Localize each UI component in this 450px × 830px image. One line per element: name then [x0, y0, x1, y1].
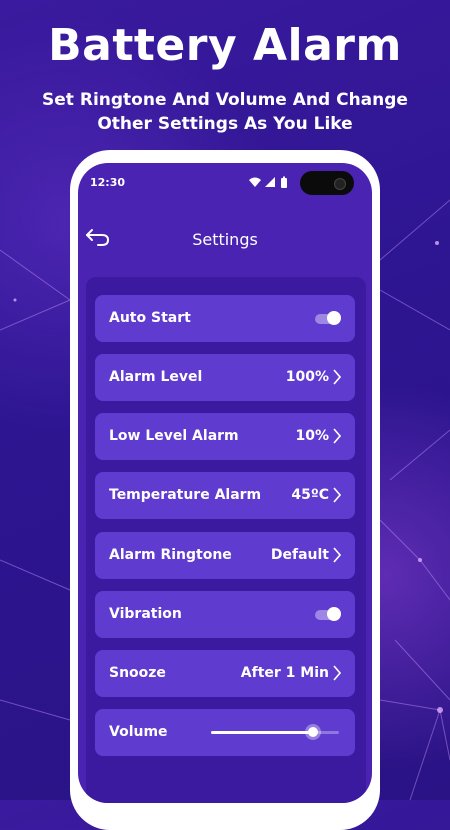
- status-time: 12:30: [90, 176, 126, 189]
- hero-title: Battery Alarm: [48, 20, 402, 71]
- setting-alarm-level[interactable]: Alarm Level 100%: [95, 354, 355, 401]
- hero-subtitle: Set Ringtone And Volume And Change Other…: [20, 88, 430, 136]
- setting-snooze[interactable]: Snooze After 1 Min: [95, 650, 355, 697]
- page-title: Settings: [192, 230, 258, 249]
- toggle-knob: [327, 311, 341, 325]
- phone-screen: 12:30 Settings Auto Start Alarm Level 10…: [78, 163, 372, 803]
- setting-label: Auto Start: [109, 310, 191, 326]
- status-bar: 12:30: [78, 163, 372, 203]
- chevron-right-icon: [333, 547, 341, 563]
- vibration-toggle[interactable]: [315, 607, 341, 622]
- setting-value: 45ºC: [291, 487, 329, 503]
- setting-value: Default: [270, 547, 329, 563]
- setting-label: Alarm Ringtone: [109, 547, 232, 563]
- battery-icon: [281, 176, 287, 188]
- setting-low-level-alarm[interactable]: Low Level Alarm 10%: [95, 413, 355, 460]
- phone-frame: 12:30 Settings Auto Start Alarm Level 10…: [70, 150, 380, 830]
- slider-fill: [211, 731, 313, 734]
- setting-auto-start[interactable]: Auto Start: [95, 295, 355, 342]
- setting-temperature-alarm[interactable]: Temperature Alarm 45ºC: [95, 472, 355, 519]
- setting-label: Volume: [109, 724, 168, 740]
- chevron-right-icon: [333, 428, 341, 444]
- setting-value: 10%: [295, 428, 329, 444]
- hero-subtitle-line-1: Set Ringtone And Volume And Change: [42, 90, 408, 110]
- setting-value: 100%: [285, 369, 329, 385]
- chevron-right-icon: [333, 487, 341, 503]
- toggle-knob: [327, 607, 341, 621]
- setting-label: Snooze: [109, 665, 166, 681]
- volume-slider[interactable]: [211, 727, 339, 737]
- setting-label: Alarm Level: [109, 369, 203, 385]
- setting-vibration[interactable]: Vibration: [95, 591, 355, 638]
- setting-label: Low Level Alarm: [109, 428, 239, 444]
- setting-value: After 1 Min: [240, 665, 329, 681]
- setting-label: Vibration: [109, 606, 182, 622]
- hero-subtitle-line-2: Other Settings As You Like: [97, 114, 353, 134]
- status-icons: [248, 175, 292, 194]
- wifi-icon: [249, 177, 261, 187]
- setting-alarm-ringtone[interactable]: Alarm Ringtone Default: [95, 532, 355, 579]
- chevron-right-icon: [333, 369, 341, 385]
- signal-icon: [265, 177, 275, 187]
- camera-notch: [300, 171, 354, 195]
- slider-thumb[interactable]: [308, 727, 318, 737]
- chevron-right-icon: [333, 665, 341, 681]
- settings-header: Settings: [78, 218, 372, 263]
- auto-start-toggle[interactable]: [315, 311, 341, 326]
- camera-lens: [334, 178, 346, 190]
- setting-label: Temperature Alarm: [109, 487, 262, 503]
- setting-volume: Volume: [95, 709, 355, 756]
